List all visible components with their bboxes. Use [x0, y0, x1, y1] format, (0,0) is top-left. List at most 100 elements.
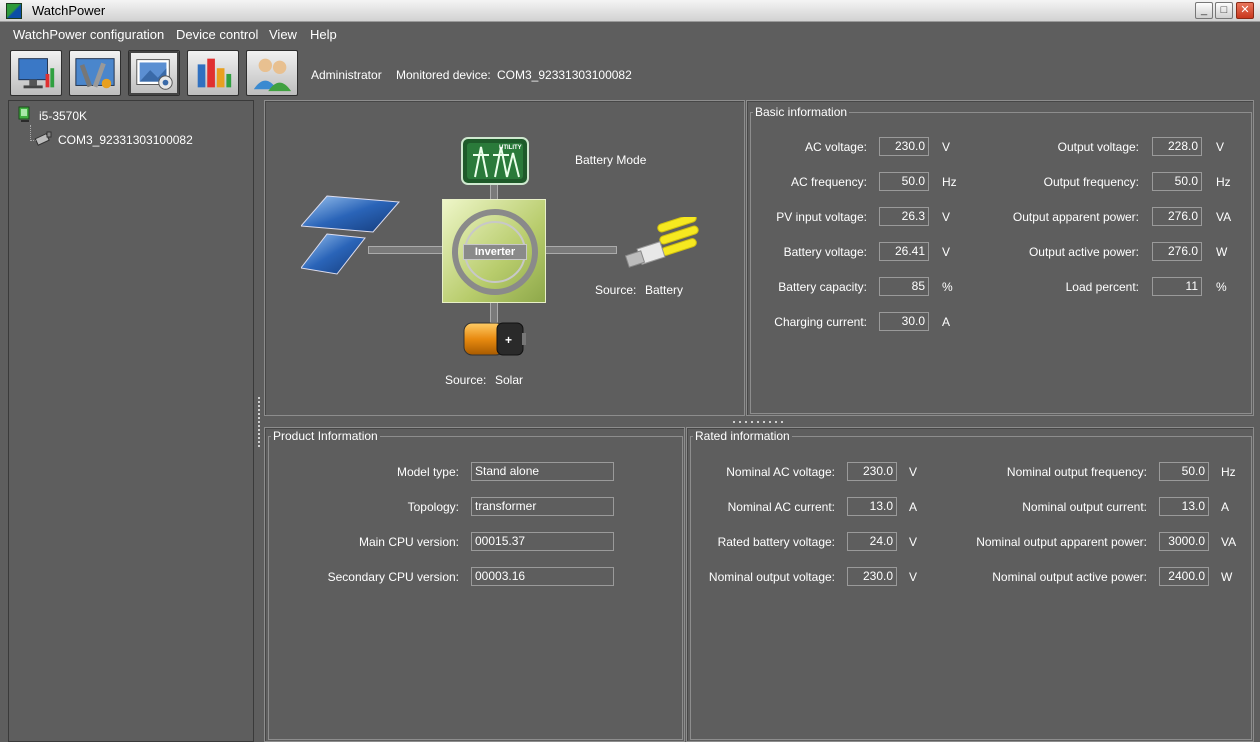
ac-frequency-value: 50.0	[879, 172, 929, 191]
basic-info-panel: Basic information AC voltage: 230.0 V AC…	[746, 100, 1254, 416]
nominal-output-frequency-value: 50.0	[1159, 462, 1209, 481]
nominal-output-voltage-value: 230.0	[847, 567, 897, 586]
horizontal-splitter[interactable]	[263, 417, 1260, 427]
solar-panel-icon	[301, 195, 401, 275]
inverter-to-load-line	[542, 246, 617, 254]
nominal-output-frequency-unit: Hz	[1221, 465, 1236, 479]
power-flow-panel: UTILITY Inverter + Battery Mode Source:	[264, 100, 745, 416]
output-apparent-power-value: 276.0	[1152, 207, 1202, 226]
utility-label: UTILITY	[499, 145, 522, 151]
mode-label: Battery Mode	[575, 153, 647, 167]
nominal-output-current-unit: A	[1221, 500, 1230, 514]
rated-info-group: Rated information Nominal AC voltage: 23…	[690, 429, 1252, 740]
ac-frequency-unit: Hz	[942, 175, 957, 189]
load-percent-value: 11	[1152, 277, 1202, 296]
basic-info-title: Basic information	[753, 105, 850, 119]
inverter-label: Inverter	[463, 244, 527, 260]
chart-button[interactable]	[187, 50, 239, 96]
tree-connector	[30, 125, 31, 141]
menu-help[interactable]: Help	[310, 27, 337, 42]
nominal-output-apparent-power-unit: VA	[1221, 535, 1237, 549]
computer-icon	[18, 106, 30, 122]
utility-icon: UTILITY	[461, 137, 529, 185]
product-info-title: Product Information	[271, 429, 380, 443]
users-icon	[253, 58, 292, 92]
battery-capacity-label: Battery capacity:	[778, 280, 867, 294]
splitter-grip	[733, 421, 735, 423]
nominal-output-current-label: Nominal output current:	[1022, 500, 1147, 514]
product-info-group: Product Information Model type: Stand al…	[268, 429, 683, 740]
svg-text:+: +	[505, 333, 512, 347]
battery-capacity-unit: %	[942, 280, 953, 294]
close-button[interactable]: ✕	[1236, 2, 1254, 19]
nominal-ac-voltage-label: Nominal AC voltage:	[726, 465, 835, 479]
output-apparent-power-label: Output apparent power:	[1012, 210, 1139, 224]
monitored-device-label: Monitored device:	[396, 68, 491, 82]
nominal-ac-current-label: Nominal AC current:	[727, 500, 835, 514]
splitter-grip	[258, 445, 260, 447]
splitter-grip	[775, 421, 777, 423]
menu-bar: WatchPower configuration Device control …	[0, 22, 1260, 46]
splitter-grip	[763, 421, 765, 423]
nominal-output-voltage-label: Nominal output voltage:	[708, 570, 835, 584]
tree-node-device[interactable]: COM3_92331303100082	[58, 133, 193, 147]
splitter-grip	[258, 405, 260, 407]
source-battery-value: Battery	[645, 283, 684, 297]
splitter-grip	[769, 421, 771, 423]
window-title: WatchPower	[32, 3, 106, 18]
splitter-grip	[258, 409, 260, 411]
splitter-grip	[258, 401, 260, 403]
nominal-output-active-power-label: Nominal output active power:	[992, 570, 1147, 584]
picture-button[interactable]	[128, 50, 180, 96]
monitor-button[interactable]	[10, 50, 62, 96]
menu-device-control[interactable]: Device control	[176, 27, 258, 42]
tools-button[interactable]	[69, 50, 121, 96]
battery-voltage-unit: V	[942, 245, 951, 259]
output-active-power-value: 276.0	[1152, 242, 1202, 261]
output-frequency-value: 50.0	[1152, 172, 1202, 191]
topology-value: transformer	[471, 497, 614, 516]
rated-battery-voltage-label: Rated battery voltage:	[717, 535, 835, 549]
rated-info-title: Rated information	[693, 429, 792, 443]
splitter-grip	[739, 421, 741, 423]
vertical-splitter[interactable]	[255, 100, 263, 742]
app-icon	[6, 3, 22, 19]
maximize-button[interactable]: □	[1215, 2, 1233, 19]
tools-icon	[75, 58, 115, 89]
battery-voltage-value: 26.41	[879, 242, 929, 261]
splitter-grip	[781, 421, 783, 423]
menu-watchpower-configuration[interactable]: WatchPower configuration	[13, 27, 164, 42]
device-icon	[34, 131, 52, 146]
tree-node-computer[interactable]: i5-3570K	[39, 109, 87, 123]
ac-voltage-label: AC voltage:	[804, 140, 867, 154]
splitter-grip	[258, 437, 260, 439]
splitter-grip	[258, 397, 260, 399]
users-button[interactable]	[246, 50, 298, 96]
battery-capacity-value: 85	[879, 277, 929, 296]
user-label: Administrator	[311, 68, 382, 82]
nominal-ac-voltage-unit: V	[909, 465, 918, 479]
pv-input-voltage-unit: V	[942, 210, 951, 224]
splitter-grip	[258, 425, 260, 427]
main-cpu-version-label: Main CPU version:	[358, 535, 459, 549]
monitor-icon	[18, 58, 55, 89]
menu-view[interactable]: View	[269, 27, 297, 42]
output-voltage-value: 228.0	[1152, 137, 1202, 156]
minimize-button[interactable]: _	[1195, 2, 1213, 19]
load-percent-unit: %	[1216, 280, 1227, 294]
light-bulb-icon	[624, 217, 699, 268]
splitter-grip	[757, 421, 759, 423]
nominal-output-current-value: 13.0	[1159, 497, 1209, 516]
nominal-output-active-power-value: 2400.0	[1159, 567, 1209, 586]
main-cpu-version-value: 00015.37	[471, 532, 614, 551]
pv-input-voltage-label: PV input voltage:	[776, 210, 867, 224]
toolbar: Administrator Monitored device: COM3_923…	[0, 48, 1260, 98]
model-type-label: Model type:	[396, 465, 459, 479]
output-voltage-unit: V	[1216, 140, 1225, 154]
rated-info-panel: Rated information Nominal AC voltage: 23…	[686, 427, 1254, 742]
output-voltage-label: Output voltage:	[1057, 140, 1139, 154]
nominal-ac-voltage-value: 230.0	[847, 462, 897, 481]
nominal-ac-current-unit: A	[909, 500, 918, 514]
splitter-grip	[751, 421, 753, 423]
source-solar-label: Source:	[445, 373, 487, 387]
